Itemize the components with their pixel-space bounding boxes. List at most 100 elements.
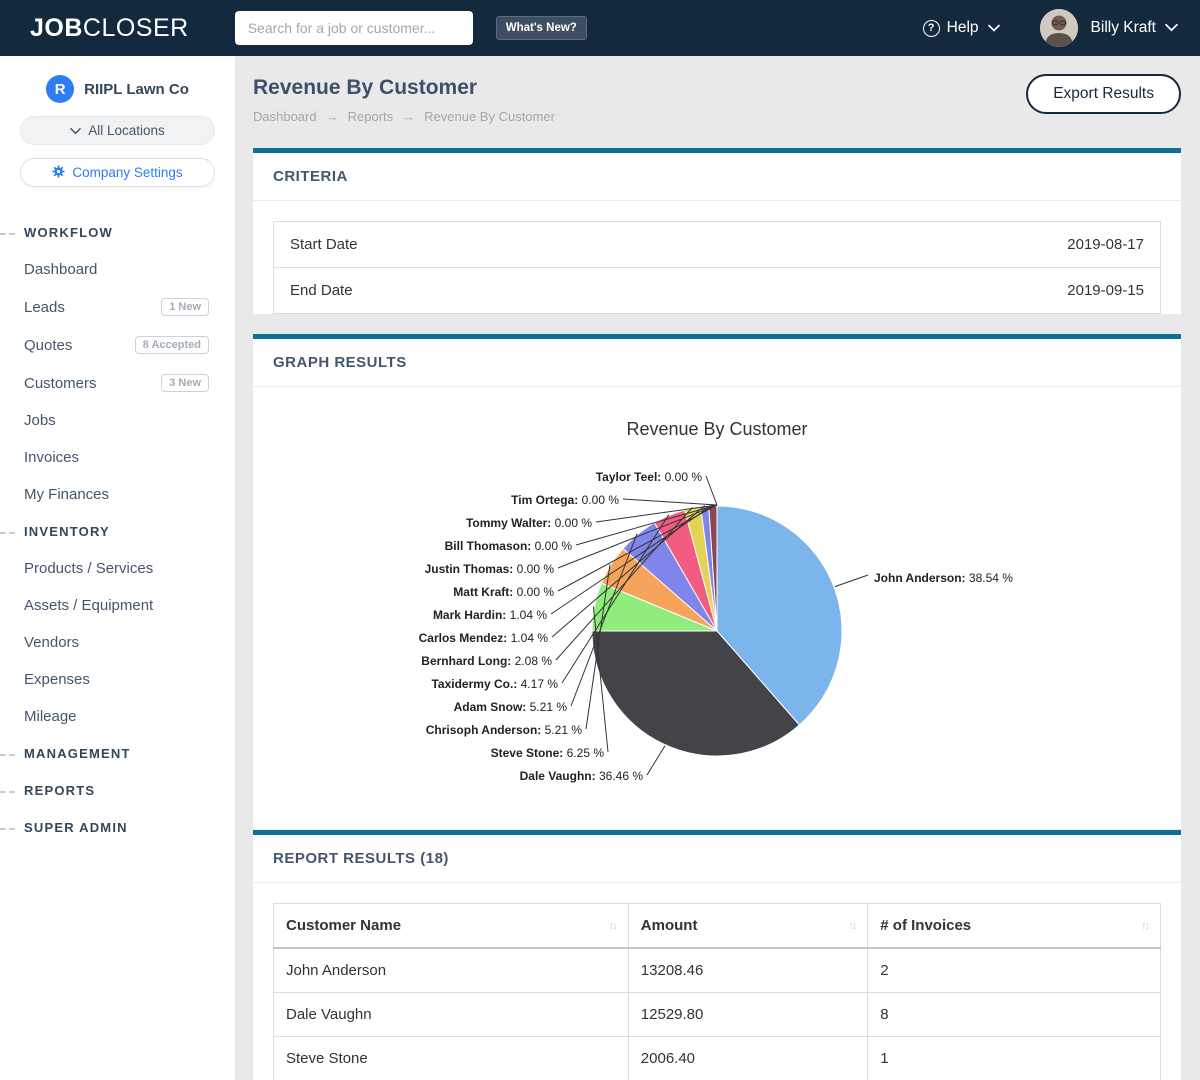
user-menu[interactable]: Billy Kraft	[1091, 19, 1156, 37]
table-row: Dale Vaughn12529.808	[274, 993, 1161, 1037]
breadcrumb-item: Revenue By Customer	[424, 109, 555, 124]
sidebar-item-products-services[interactable]: Products / Services	[0, 550, 235, 587]
sidebar-item-invoices[interactable]: Invoices	[0, 439, 235, 476]
criteria-row: Start Date 2019-08-17	[274, 222, 1160, 268]
breadcrumb-separator-icon: →	[402, 109, 415, 124]
sidebar-section-super-admin[interactable]: SUPER ADMIN	[0, 809, 235, 846]
chevron-down-icon	[988, 19, 1000, 37]
sidebar-item-dashboard[interactable]: Dashboard	[0, 251, 235, 288]
sidebar-item-mileage[interactable]: Mileage	[0, 698, 235, 735]
app-logo[interactable]: JOBCLOSER	[30, 14, 189, 43]
sidebar-item-label: Products / Services	[24, 560, 153, 577]
sidebar-item-label: Vendors	[24, 634, 79, 651]
table-cell: Dale Vaughn	[274, 993, 629, 1037]
breadcrumb: Dashboard → Reports → Revenue By Customer	[253, 109, 555, 124]
sidebar-item-leads[interactable]: Leads 1 New	[0, 288, 235, 326]
table-cell: Steve Stone	[274, 1037, 629, 1080]
company-settings-label: Company Settings	[72, 165, 182, 180]
sidebar-item-assets-equipment[interactable]: Assets / Equipment	[0, 587, 235, 624]
table-cell: 1	[868, 1037, 1161, 1080]
table-cell: 8	[868, 993, 1161, 1037]
sidebar-item-label: Jobs	[24, 412, 56, 429]
topbar: JOBCLOSER What's New? ? Help Billy Kraft	[0, 0, 1200, 56]
graph-results-title: GRAPH RESULTS	[253, 339, 1181, 387]
pie-label: Matt Kraft: 0.00 %	[453, 585, 554, 599]
sidebar-section-reports[interactable]: REPORTS	[0, 772, 235, 809]
table-cell: 2	[868, 948, 1161, 993]
nav-badge: 3 New	[161, 374, 209, 392]
sidebar-item-label: Leads	[24, 299, 65, 316]
criteria-label: Start Date	[290, 236, 358, 253]
sidebar-section-inventory[interactable]: INVENTORY	[0, 513, 235, 550]
pie-label-connector	[706, 476, 717, 505]
sidebar-item-label: Invoices	[24, 449, 79, 466]
report-results-card: REPORT RESULTS (18) Customer Name↑↓Amoun…	[253, 830, 1181, 1080]
chart-title: Revenue By Customer	[626, 419, 807, 439]
table-cell: 13208.46	[628, 948, 867, 993]
pie-label: Tim Ortega: 0.00 %	[511, 493, 619, 507]
pie-label: Bill Thomason: 0.00 %	[445, 539, 573, 553]
sidebar-item-expenses[interactable]: Expenses	[0, 661, 235, 698]
help-icon: ?	[923, 20, 940, 37]
table-cell: John Anderson	[274, 948, 629, 993]
table-cell: 2006.40	[628, 1037, 867, 1080]
avatar[interactable]	[1040, 9, 1078, 47]
report-col-label: # of Invoices	[880, 917, 971, 934]
pie-label: Adam Snow: 5.21 %	[454, 700, 568, 714]
company-settings-button[interactable]: Company Settings	[20, 158, 215, 187]
sidebar-item-label: Mileage	[24, 708, 77, 725]
pie-label: Bernhard Long: 2.08 %	[421, 654, 552, 668]
pie-label: Justin Thomas: 0.00 %	[425, 562, 555, 576]
nav-badge: 1 New	[161, 298, 209, 316]
breadcrumb-item[interactable]: Dashboard	[253, 109, 317, 124]
page-title: Revenue By Customer	[253, 76, 555, 100]
location-selector[interactable]: All Locations	[20, 116, 215, 145]
avatar-image	[1040, 9, 1078, 47]
sidebar-item-quotes[interactable]: Quotes8 Accepted	[0, 326, 235, 364]
sidebar-section-workflow[interactable]: WORKFLOW	[0, 214, 235, 251]
chevron-down-icon[interactable]	[1165, 19, 1178, 37]
sidebar-section-management[interactable]: MANAGEMENT	[0, 735, 235, 772]
criteria-label: End Date	[290, 282, 353, 299]
breadcrumb-item[interactable]: Reports	[348, 109, 394, 124]
sidebar-item-label: Customers	[24, 375, 97, 392]
help-label: Help	[947, 19, 979, 37]
company-logo: R	[46, 75, 74, 103]
pie-chart-svg: Revenue By Customer Taylor Teel: 0.00 % Ti…	[254, 393, 1180, 813]
sidebar-item-my-finances[interactable]: My Finances	[0, 476, 235, 513]
search-input[interactable]	[235, 11, 473, 45]
criteria-rows: Start Date 2019-08-17 End Date 2019-09-15	[273, 221, 1161, 314]
criteria-row: End Date 2019-09-15	[274, 268, 1160, 313]
pie-label: Taxidermy Co.: 4.17 %	[431, 677, 558, 691]
pie-label: Taylor Teel: 0.00 %	[596, 470, 703, 484]
nav-badge: 8 Accepted	[135, 336, 209, 354]
sort-icon[interactable]: ↑↓	[1141, 920, 1148, 932]
pie-label: Tommy Walter: 0.00 %	[466, 516, 592, 530]
sidebar-item-label: My Finances	[24, 486, 109, 503]
sidebar-item-jobs[interactable]: Jobs	[0, 402, 235, 439]
pie-label: Dale Vaughn: 36.46 %	[520, 769, 644, 783]
company-name: RIIPL Lawn Co	[84, 81, 189, 98]
location-selector-label: All Locations	[88, 123, 165, 138]
criteria-value: 2019-08-17	[1067, 236, 1144, 253]
sort-icon[interactable]: ↑↓	[609, 920, 616, 932]
breadcrumb-separator-icon: →	[326, 109, 339, 124]
graph-results-card: GRAPH RESULTS Revenue By Customer Taylor …	[253, 334, 1181, 829]
help-menu[interactable]: ? Help	[923, 19, 1000, 37]
pie-label: Carlos Mendez: 1.04 %	[419, 631, 549, 645]
sidebar-item-label: Assets / Equipment	[24, 597, 153, 614]
pie-label: Mark Hardin: 1.04 %	[433, 608, 547, 622]
criteria-value: 2019-09-15	[1067, 282, 1144, 299]
report-col-header: Customer Name ↑↓	[274, 904, 629, 949]
sidebar-item-vendors[interactable]: Vendors	[0, 624, 235, 661]
export-results-button[interactable]: Export Results	[1026, 74, 1181, 114]
sidebar-item-label: Dashboard	[24, 261, 97, 278]
sort-icon[interactable]: ↑↓	[848, 920, 855, 932]
report-col-label: Amount	[641, 917, 698, 934]
sidebar-item-customers[interactable]: Customers 3 New	[0, 364, 235, 402]
company-header: R RIIPL Lawn Co	[0, 75, 235, 103]
pie-label-connector	[623, 499, 717, 505]
report-col-label: Customer Name	[286, 917, 401, 934]
whats-new-button[interactable]: What's New?	[496, 16, 587, 40]
table-row: John Anderson13208.462	[274, 948, 1161, 993]
